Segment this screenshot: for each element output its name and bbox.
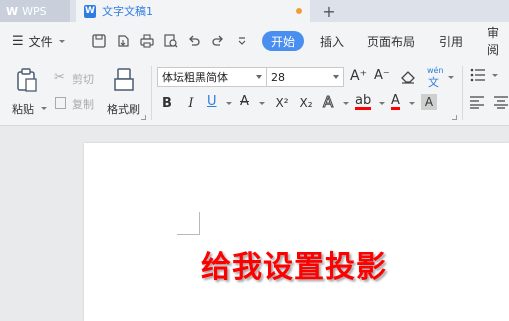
- clipboard-group-launcher-icon[interactable]: [141, 115, 146, 120]
- file-menu[interactable]: ☰ 文件: [12, 22, 65, 60]
- writer-doc-icon: W: [84, 4, 96, 18]
- text-effect-icon: A: [322, 93, 334, 112]
- tab-page-layout[interactable]: 页面布局: [367, 22, 415, 60]
- new-tab-button[interactable]: +: [318, 0, 340, 22]
- format-painter-label: 格式刷: [107, 103, 140, 116]
- align-left-button[interactable]: [470, 96, 484, 112]
- chevron-down-icon: [448, 76, 454, 79]
- underline-button[interactable]: U: [207, 94, 235, 112]
- bold-button[interactable]: B: [160, 94, 174, 112]
- save-icon[interactable]: [91, 33, 107, 49]
- char-shading-icon: A: [424, 95, 434, 109]
- font-color-button[interactable]: A: [391, 94, 419, 112]
- paste-dropdown-icon: [41, 107, 47, 110]
- subscript-button[interactable]: X₂: [296, 94, 316, 112]
- bullets-button[interactable]: [470, 68, 506, 86]
- title-bar: W WPS W 文字文稿1 +: [0, 0, 509, 22]
- paint-brush-icon: [114, 68, 134, 95]
- tab-wps-home[interactable]: W WPS: [0, 0, 70, 22]
- superscript-button[interactable]: X²: [272, 94, 292, 112]
- document-page[interactable]: 给我设置投影: [84, 143, 509, 321]
- document-canvas: 给我设置投影: [0, 126, 509, 321]
- font-group-launcher-icon[interactable]: [452, 115, 457, 120]
- highlight-button[interactable]: ab: [355, 94, 385, 112]
- shrink-font-button[interactable]: A⁻: [374, 68, 390, 83]
- chevron-down-icon: [343, 102, 349, 105]
- tab-review[interactable]: 审阅: [487, 22, 509, 60]
- pinyin-guide-button[interactable]: wén 文: [425, 66, 455, 89]
- unsaved-dot-icon: [296, 8, 302, 14]
- hamburger-icon: ☰: [12, 33, 24, 49]
- eraser-icon: [401, 71, 415, 84]
- wps-tab-label: WPS: [22, 4, 47, 18]
- chevron-down-icon: [58, 39, 65, 43]
- cut-button[interactable]: ✂ 剪切: [54, 70, 100, 88]
- italic-button[interactable]: I: [184, 94, 198, 112]
- margin-corner-mark: [177, 212, 200, 235]
- tab-references[interactable]: 引用: [439, 22, 463, 60]
- cut-label: 剪切: [72, 73, 94, 86]
- align-left-icon: [470, 96, 484, 109]
- document-body-text[interactable]: 给我设置投影: [201, 242, 387, 286]
- print-icon[interactable]: [139, 33, 155, 49]
- paste-label: 粘贴: [12, 103, 34, 116]
- paste-button[interactable]: 粘贴: [10, 66, 47, 120]
- ribbon-home: 粘贴 ✂ 剪切 复制 格式刷 体坛粗黑简体 28 A⁺ A⁻ wén 文 B I: [0, 60, 509, 126]
- undo-icon[interactable]: [186, 33, 202, 49]
- redo-icon[interactable]: [210, 33, 226, 49]
- copy-button[interactable]: 复制: [54, 95, 100, 113]
- chevron-down-icon: [492, 74, 498, 77]
- pinyin-char-icon: 文: [428, 76, 439, 89]
- underline-glyph: U: [207, 94, 217, 109]
- font-name-combo[interactable]: 体坛粗黑简体: [157, 67, 267, 87]
- format-painter-button[interactable]: 格式刷: [104, 66, 144, 120]
- strikethrough-button[interactable]: A: [240, 94, 268, 112]
- file-menu-label: 文件: [28, 34, 53, 49]
- strikethrough-glyph: A: [240, 94, 249, 109]
- chevron-down-icon: [409, 102, 415, 105]
- tab-document[interactable]: W 文字文稿1: [76, 0, 310, 22]
- font-size-combo[interactable]: 28: [266, 67, 344, 87]
- font-name-value: 体坛粗黑简体: [162, 71, 228, 84]
- chevron-down-icon: [256, 75, 262, 79]
- align-center-button[interactable]: [494, 96, 508, 112]
- clipboard-icon: [16, 68, 38, 95]
- align-center-icon: [494, 96, 508, 109]
- text-effect-button[interactable]: A: [322, 93, 351, 112]
- separator: [151, 66, 152, 120]
- clear-format-button[interactable]: [400, 68, 416, 87]
- menu-bar: ☰ 文件 开始 插入 页面布局 引用 审阅: [0, 22, 509, 60]
- copy-label: 复制: [72, 98, 94, 111]
- bullet-list-icon: [470, 68, 485, 82]
- separator: [462, 66, 463, 120]
- scissors-icon: ✂: [54, 70, 65, 85]
- font-size-value: 28: [271, 70, 285, 84]
- copy-icon: [55, 97, 66, 109]
- chevron-down-icon: [259, 102, 265, 105]
- chevron-down-icon: [333, 75, 339, 79]
- grow-font-button[interactable]: A⁺: [350, 68, 367, 84]
- export-icon[interactable]: [115, 33, 131, 49]
- highlight-icon: ab: [355, 93, 372, 110]
- wps-logo-icon: W: [6, 4, 19, 18]
- print-preview-icon[interactable]: [163, 33, 179, 49]
- chevron-down-icon: [226, 102, 232, 105]
- font-color-icon: A: [391, 93, 400, 110]
- char-shading-button[interactable]: A: [421, 94, 437, 110]
- tab-home[interactable]: 开始: [262, 31, 304, 51]
- quick-access-more-icon[interactable]: [234, 33, 250, 49]
- tab-insert[interactable]: 插入: [320, 22, 344, 60]
- document-tab-title: 文字文稿1: [102, 5, 153, 18]
- chevron-down-icon: [379, 102, 385, 105]
